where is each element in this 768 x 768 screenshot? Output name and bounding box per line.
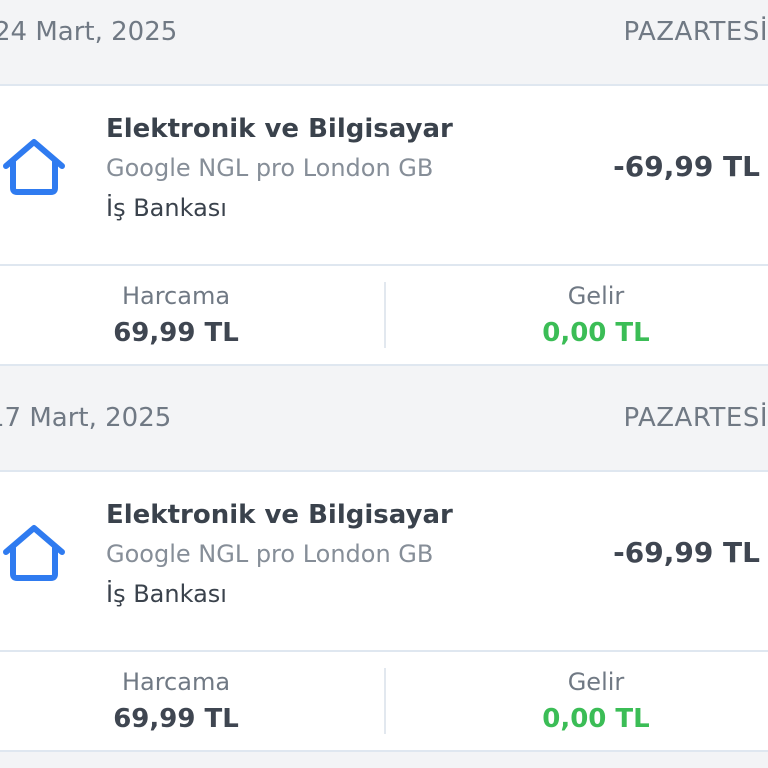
summary-divider (384, 282, 386, 348)
transaction-bank: İş Bankası (106, 580, 227, 608)
date-label: 17 Mart, 2025 (0, 403, 172, 433)
weekday-label: PAZARTESİ (623, 17, 768, 47)
income-summary: Gelir 0,00 TL (404, 266, 768, 364)
home-icon (3, 525, 65, 581)
expense-label: Harcama (121, 282, 231, 310)
weekday-label: PAZARTESİ (623, 403, 768, 433)
transaction-amount: -69,99 TL (613, 536, 760, 569)
income-label: Gelir (567, 282, 625, 310)
transaction-category: Elektronik ve Bilgisayar (106, 114, 453, 144)
day-section: 24 Mart, 2025 PAZARTESİ Elektronik ve Bi… (0, 0, 768, 380)
transaction-category: Elektronik ve Bilgisayar (106, 500, 453, 530)
expense-summary: Harcama 69,99 TL (0, 266, 368, 364)
day-section: 17 Mart, 2025 PAZARTESİ Elektronik ve Bi… (0, 386, 768, 766)
expense-value: 69,99 TL (113, 704, 239, 734)
income-summary: Gelir 0,00 TL (404, 652, 768, 750)
income-label: Gelir (567, 668, 625, 696)
transaction-bank: İş Bankası (106, 194, 227, 222)
day-summary: Harcama 69,99 TL Gelir 0,00 TL (0, 652, 768, 752)
income-value: 0,00 TL (542, 704, 650, 734)
expense-value: 69,99 TL (113, 318, 239, 348)
expense-summary: Harcama 69,99 TL (0, 652, 368, 750)
transaction-item[interactable]: Elektronik ve Bilgisayar Google NGL pro … (0, 86, 768, 266)
transaction-amount: -69,99 TL (613, 150, 760, 183)
transaction-item[interactable]: Elektronik ve Bilgisayar Google NGL pro … (0, 472, 768, 652)
date-header: 17 Mart, 2025 PAZARTESİ (0, 386, 768, 472)
day-summary: Harcama 69,99 TL Gelir 0,00 TL (0, 266, 768, 366)
home-icon (3, 139, 65, 195)
transaction-merchant: Google NGL pro London GB (106, 540, 434, 568)
transaction-merchant: Google NGL pro London GB (106, 154, 434, 182)
expense-label: Harcama (121, 668, 231, 696)
date-label: 24 Mart, 2025 (0, 17, 178, 47)
summary-divider (384, 668, 386, 734)
income-value: 0,00 TL (542, 318, 650, 348)
date-header: 24 Mart, 2025 PAZARTESİ (0, 0, 768, 86)
